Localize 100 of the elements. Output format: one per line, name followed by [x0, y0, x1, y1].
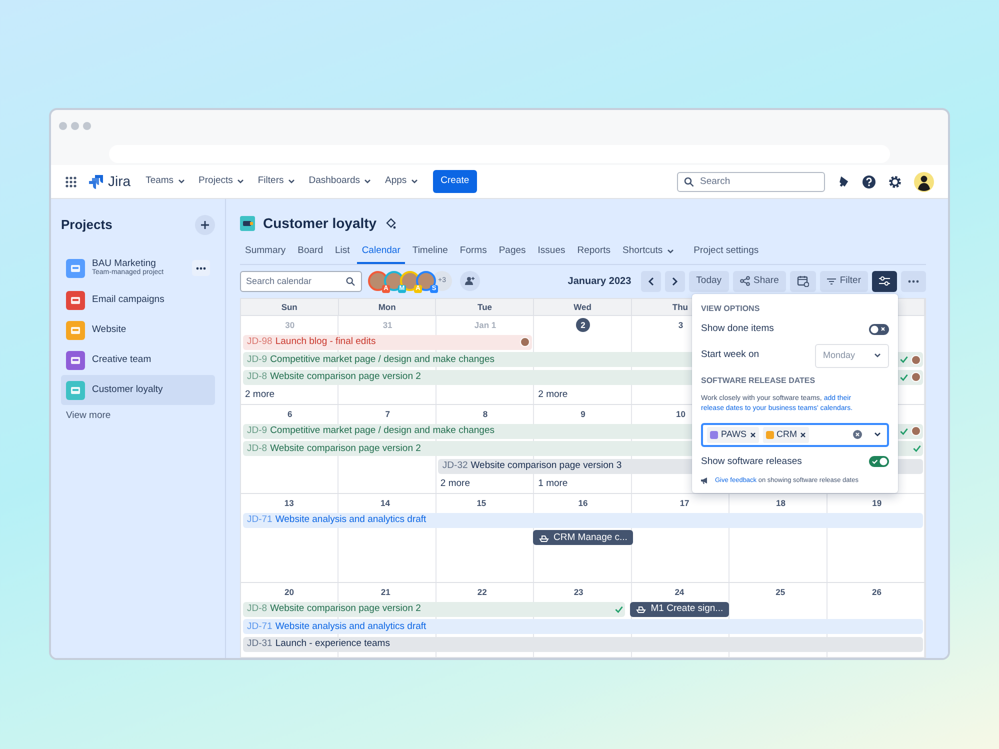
calendar-search-field[interactable]: Search calendar — [240, 270, 362, 292]
issue-bar[interactable]: JD-98 Launch blog - final edits — [243, 334, 532, 350]
project-name: Email campaigns — [92, 294, 164, 306]
tab[interactable]: List — [330, 242, 355, 264]
project-title: Customer loyalty — [263, 214, 377, 233]
weekday-label: Wed — [534, 299, 632, 316]
help-icon[interactable] — [862, 174, 876, 188]
date-number: 18 — [774, 497, 786, 510]
issue-key: JD-31 — [247, 637, 272, 652]
add-people-button[interactable] — [460, 271, 480, 292]
issue-bar[interactable]: JD-31 Launch - experience teams — [243, 636, 923, 652]
date-number: 20 — [283, 586, 295, 600]
tab[interactable]: Pages — [494, 242, 531, 264]
tab[interactable]: Reports — [572, 242, 616, 264]
tab[interactable]: Calendar — [356, 242, 406, 264]
more-link[interactable]: 1 more — [534, 475, 632, 493]
date-number: 3 — [677, 319, 684, 332]
sidebar-item[interactable]: Customer loyalty — [61, 375, 215, 405]
date-number: 25 — [774, 586, 786, 600]
logo-icon — [89, 174, 104, 189]
notification-icon[interactable] — [837, 175, 850, 188]
remove-icon[interactable] — [750, 432, 756, 438]
tag-label: CRM — [776, 428, 798, 442]
release-name: CRM Manage c... — [554, 530, 628, 545]
nav-menu[interactable]: Apps — [382, 172, 421, 191]
sidebar-item[interactable]: Website — [61, 315, 215, 345]
issue-title: Launch - experience teams — [275, 637, 390, 652]
user-avatar[interactable] — [914, 172, 934, 192]
share-button[interactable]: Share — [732, 270, 786, 292]
nav-menu[interactable]: Dashboards — [306, 172, 374, 191]
clear-icon[interactable] — [853, 430, 862, 440]
weekday-label: Mon — [338, 299, 436, 316]
more-link[interactable]: 2 more — [534, 386, 632, 404]
date-number: 24 — [674, 586, 686, 600]
plus-icon — [200, 220, 210, 230]
issue-key: JD-71 — [247, 620, 272, 634]
tab[interactable]: Forms — [454, 242, 492, 264]
section-heading: SOFTWARE RELEASE DATES — [701, 374, 816, 386]
nav-menu[interactable]: Projects — [196, 172, 247, 191]
date-number: 15 — [476, 497, 488, 510]
more-button[interactable] — [901, 270, 926, 292]
more-button[interactable] — [192, 260, 210, 276]
release-tag[interactable]: PAWS — [707, 427, 759, 443]
issue-bar[interactable]: JD-71 Website analysis and analytics draft — [243, 619, 923, 634]
date-number: 30 — [284, 319, 296, 332]
issue-key: JD-9 — [247, 424, 268, 438]
week-start-select[interactable]: Monday — [815, 344, 889, 368]
date-number: 2 — [576, 318, 590, 332]
nav-menu[interactable]: Teams — [142, 172, 188, 191]
section-heading: VIEW OPTIONS — [701, 303, 761, 316]
settings-icon[interactable] — [888, 174, 902, 188]
filter-button[interactable]: Filter — [820, 270, 868, 292]
today-button[interactable]: Today — [689, 270, 729, 292]
more-link[interactable]: 2 more — [241, 386, 339, 404]
weekday-label: Tue — [436, 299, 534, 316]
project-name: Customer loyalty — [92, 384, 163, 396]
share-icon — [740, 276, 750, 286]
issue-key: JD-8 — [247, 370, 268, 384]
release-tag[interactable]: CRM — [762, 427, 810, 443]
product-name: Jira — [108, 172, 131, 191]
date-number: Jan 1 — [474, 319, 496, 332]
add-project-button[interactable] — [195, 215, 215, 235]
date-number: 26 — [871, 586, 882, 600]
paint-bucket-icon[interactable] — [384, 218, 396, 229]
sidebar-item[interactable]: Creative team — [61, 345, 215, 375]
release-chip[interactable]: M1 Create sign... — [630, 602, 730, 617]
date-number: 8 — [482, 408, 489, 422]
next-button[interactable] — [665, 270, 686, 292]
more-link[interactable]: 2 more — [436, 475, 534, 493]
issue-key: JD-71 — [247, 513, 272, 528]
tab[interactable]: Board — [292, 242, 328, 264]
issue-bar[interactable]: JD-71 Website analysis and analytics draft — [243, 512, 923, 528]
date-number: 7 — [384, 408, 391, 422]
remove-icon[interactable] — [800, 432, 806, 438]
toggle-switch[interactable] — [869, 456, 889, 468]
issue-title: Website analysis and analytics draft — [275, 620, 426, 634]
add-person-icon — [465, 276, 475, 286]
previous-button[interactable] — [641, 270, 662, 292]
sidebar-item[interactable]: Email campaigns — [61, 285, 215, 315]
app-grid-icon[interactable] — [65, 176, 77, 188]
nav-menu[interactable]: Filters — [254, 172, 298, 191]
release-chip[interactable]: CRM Manage c... — [532, 530, 634, 546]
issue-title: Competitive market page / design and make changes — [270, 424, 494, 438]
view-more-link[interactable]: View more — [61, 405, 116, 428]
release-select-field[interactable]: PAWS CRM — [701, 422, 889, 447]
view-options-button[interactable] — [872, 270, 897, 292]
tab[interactable]: Summary — [240, 242, 291, 264]
tab[interactable]: Timeline — [407, 242, 453, 264]
date-number: 23 — [572, 586, 584, 600]
calendar-settings-button[interactable] — [790, 270, 816, 292]
issue-bar[interactable]: JD-8 Website comparison page version 2 — [243, 602, 625, 617]
date-number: 14 — [380, 497, 391, 510]
tab[interactable]: Issues — [532, 242, 570, 264]
search-field[interactable]: Search — [677, 172, 825, 192]
tab[interactable]: Project settings — [688, 242, 764, 264]
create-button[interactable]: Create — [432, 170, 478, 193]
toggle-switch[interactable] — [869, 324, 889, 335]
tab[interactable]: Shortcuts — [618, 242, 679, 264]
date-number: 6 — [286, 408, 294, 422]
date-number: 17 — [678, 497, 690, 510]
